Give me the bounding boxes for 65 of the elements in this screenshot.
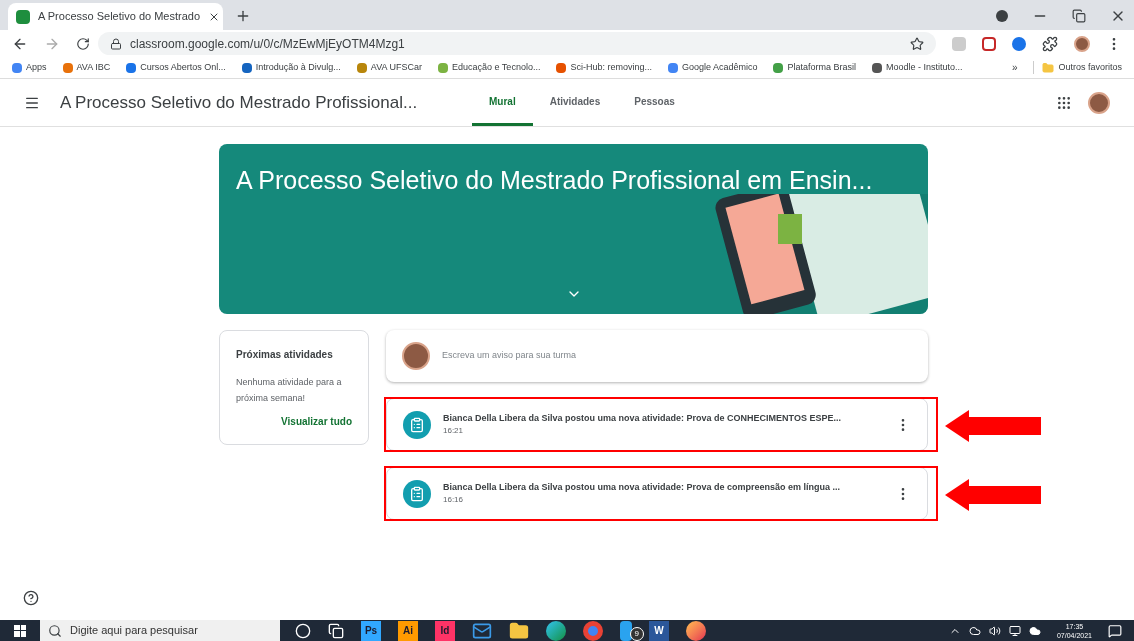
folder-icon [1042, 61, 1055, 74]
app-icon[interactable]: Ai [398, 620, 418, 641]
notifications-icon[interactable] [1108, 623, 1122, 638]
cloud-icon[interactable] [1028, 624, 1041, 637]
network-icon[interactable] [1008, 624, 1021, 637]
more-bookmarks-button[interactable]: » [1011, 60, 1018, 75]
url-text: classroom.google.com/u/0/c/MzEwMjEyOTM4Mzg1 [130, 35, 405, 53]
card-title: Próximas atividades [236, 348, 334, 362]
classroom-icon [16, 9, 30, 24]
search-placeholder: Digite aqui para pesquisar [70, 623, 198, 639]
announcement-composer[interactable]: Escreva um aviso para sua turma [386, 330, 928, 382]
new-tab-icon[interactable] [235, 8, 251, 24]
taskbar-search-field[interactable]: Digite aqui para pesquisar [40, 620, 280, 641]
task-view-icon[interactable] [328, 622, 344, 639]
volume-icon[interactable] [988, 624, 1001, 637]
browser-icon[interactable] [546, 620, 566, 641]
user-avatar [402, 342, 430, 370]
app-icon[interactable]: Ps [361, 620, 381, 641]
reload-icon[interactable] [76, 36, 90, 51]
lock-icon [110, 37, 122, 50]
bookmark-item[interactable]: Educação e Tecnolo... [438, 60, 541, 75]
bookmark-item[interactable]: AVA IBC [62, 60, 111, 75]
nav-tab[interactable]: Pessoas [617, 79, 692, 126]
bookmark-item[interactable]: Cursos Abertos Onl... [126, 60, 226, 75]
windows-start-icon[interactable] [14, 624, 26, 637]
assignment-icon [403, 410, 431, 439]
word-icon[interactable]: W [649, 620, 669, 641]
phone-icon[interactable] [620, 620, 632, 641]
bookmark-item[interactable]: Apps [12, 60, 47, 75]
help-icon[interactable] [23, 590, 39, 606]
card-message: Nenhuma atividade para a próxima semana! [236, 376, 343, 405]
tab-title: A Processo Seletivo do Mestrado [38, 9, 201, 25]
class-title: A Processo Seletivo do Mestrado Profissional... [60, 91, 419, 114]
cloud-icon[interactable] [968, 624, 981, 637]
post-text: Bianca Della Libera da Silva postou uma nova atividade: Prova de CONHECIMENTOS ESPE... [443, 411, 842, 425]
browser-tab[interactable]: A Processo Seletivo do Mestrado [8, 3, 223, 30]
bookmark-item[interactable]: Sci-Hub: removing... [556, 60, 652, 75]
post-time: 16:16 [443, 494, 465, 507]
view-all-link[interactable]: Visualizar tudo [281, 414, 352, 429]
post-time: 16:21 [443, 425, 465, 438]
profile-avatar [1088, 91, 1110, 114]
assignment-icon [403, 479, 431, 508]
nav-tab[interactable]: Mural [472, 79, 533, 126]
profile-avatar [1074, 35, 1090, 52]
app-icon[interactable]: Id [435, 620, 455, 641]
post-text: Bianca Della Libera da Silva postou uma nova atividade: Prova de compreensão em língua ... [443, 480, 842, 494]
cortana-icon[interactable] [295, 622, 311, 639]
extensions-icon[interactable] [1042, 35, 1058, 52]
restore-icon[interactable] [1072, 9, 1086, 23]
folder-icon[interactable] [509, 620, 529, 641]
nav-tab[interactable]: Atividades [532, 79, 618, 126]
browser-icon[interactable] [686, 620, 706, 641]
bookmark-item[interactable]: AVA UFSCar [356, 60, 422, 75]
bookmark-item[interactable]: Plataforma Brasil [773, 60, 856, 75]
bookmark-item[interactable]: Introdução à Divulg... [241, 60, 341, 75]
apps-grid-icon[interactable] [1056, 94, 1072, 111]
bookmark-item[interactable]: Outros favoritos [1033, 60, 1122, 75]
bookmark-star-icon[interactable] [910, 36, 924, 51]
composer-placeholder: Escreva um aviso para sua turma [442, 349, 577, 363]
address-bar[interactable]: classroom.google.com/u/0/c/MzEwMjEyOTM4Mzg1 [98, 32, 936, 55]
search-icon [48, 623, 62, 638]
browser-icon[interactable] [583, 620, 603, 641]
bookmark-item[interactable]: Moodle - Instituto... [872, 60, 963, 75]
banner-title: A Processo Seletivo do Mestrado Profissional em Ensin... [235, 165, 874, 196]
bookmark-item[interactable]: Google Acadêmico [667, 60, 758, 75]
